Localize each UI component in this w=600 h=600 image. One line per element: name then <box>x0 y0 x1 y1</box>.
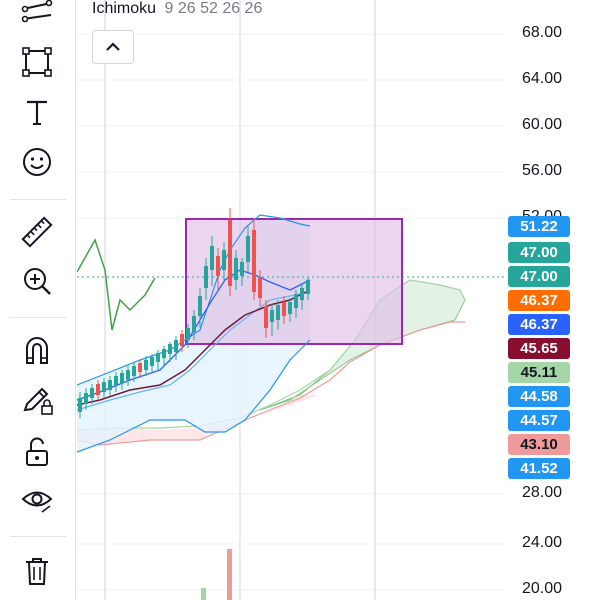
price-badge: 46.37 <box>508 290 570 311</box>
price-badge: 47.00 <box>508 242 570 263</box>
candle-body <box>210 246 214 270</box>
candle-body <box>84 393 88 404</box>
rectangle-icon[interactable] <box>14 42 60 82</box>
candle-body <box>204 266 208 288</box>
indicator-legend[interactable]: Ichimoku 9 26 52 26 26 <box>92 0 262 18</box>
candle-body <box>294 294 298 308</box>
price-badge: 45.11 <box>508 362 570 383</box>
price-badge: 44.58 <box>508 386 570 407</box>
magnet-icon[interactable] <box>14 330 60 370</box>
candle-body <box>198 296 202 316</box>
price-tick: 56.00 <box>522 162 563 179</box>
price-tick: 28.00 <box>522 484 563 501</box>
price-tick: 64.00 <box>522 70 563 87</box>
drawing-toolbar <box>0 0 76 600</box>
candle-body <box>300 288 304 300</box>
candle-body <box>222 250 226 270</box>
price-badge: 47.00 <box>508 266 570 287</box>
price-badge: 41.52 <box>508 458 570 479</box>
eye-icon[interactable] <box>14 479 60 519</box>
price-badge: 45.65 <box>508 338 570 359</box>
indicator-name: Ichimoku <box>92 0 157 17</box>
candle-body <box>168 344 172 354</box>
price-tick: 60.00 <box>522 116 563 133</box>
candle-body <box>150 357 154 366</box>
candle-body <box>120 373 124 383</box>
candle-body <box>282 302 286 316</box>
price-badge: 46.37 <box>508 314 570 335</box>
candle-body <box>138 363 142 372</box>
trend-lines-icon[interactable] <box>14 0 60 32</box>
candle-body <box>228 220 232 286</box>
candle-body <box>270 310 274 322</box>
ruler-icon[interactable] <box>14 212 60 252</box>
chevron-up-icon <box>106 42 120 51</box>
candle-body <box>306 280 310 294</box>
candle-body <box>234 258 238 280</box>
text-icon[interactable] <box>14 92 60 132</box>
volume-bar <box>201 588 206 600</box>
candle-body <box>90 388 94 398</box>
price-tick: 24.00 <box>522 534 563 551</box>
candle-body <box>192 316 196 332</box>
trash-icon[interactable] <box>14 551 60 591</box>
candle-body <box>174 340 178 352</box>
price-badge: 51.22 <box>508 216 570 237</box>
candle-body <box>264 306 268 328</box>
zoom-in-icon[interactable] <box>14 261 60 301</box>
price-tick: 20.00 <box>522 580 563 597</box>
price-badge: 44.57 <box>508 410 570 431</box>
indicator-params: 9 26 52 26 26 <box>164 0 263 17</box>
candle-body <box>102 382 106 392</box>
candle-body <box>240 262 244 276</box>
candle-body <box>258 278 262 298</box>
lock-drawing-icon[interactable] <box>14 380 60 420</box>
candle-body <box>156 353 160 362</box>
candle-body <box>132 366 136 376</box>
candle-body <box>216 256 220 276</box>
collapse-legend-button[interactable] <box>92 30 134 64</box>
price-tick: 68.00 <box>522 24 563 41</box>
candle-body <box>288 302 292 314</box>
candle-body <box>96 384 100 395</box>
unlock-icon[interactable] <box>14 432 60 472</box>
volume-bar <box>227 549 232 600</box>
candle-body <box>126 370 130 380</box>
candle-body <box>246 236 250 262</box>
candle-body <box>108 380 112 390</box>
candle-body <box>162 349 166 358</box>
candle-body <box>252 230 256 292</box>
candle-body <box>78 398 82 412</box>
candle-body <box>114 376 118 386</box>
candle-body <box>180 334 184 346</box>
emoji-icon[interactable] <box>14 142 60 182</box>
price-badge: 43.10 <box>508 434 570 455</box>
candle-body <box>186 328 190 340</box>
candle-body <box>144 360 148 370</box>
candle-body <box>276 305 280 320</box>
chikou-span <box>77 238 156 331</box>
